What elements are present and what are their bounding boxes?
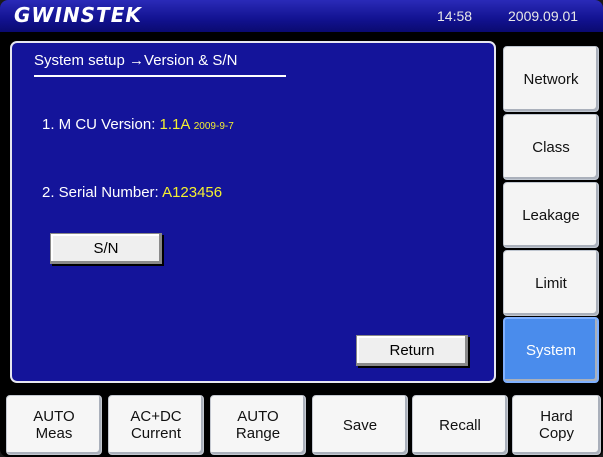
serial-number-label: 2. Serial Number: <box>42 184 159 201</box>
version-panel: System setup →Version & S/N 1. M CU Vers… <box>10 41 496 383</box>
serial-number-row: 2. Serial Number: A123456 <box>42 184 222 201</box>
auto-meas-button[interactable]: AUTO Meas <box>6 395 102 455</box>
clock: 14:58 <box>437 8 473 24</box>
save-button[interactable]: Save <box>312 395 408 455</box>
limit-button[interactable]: Limit <box>503 250 599 316</box>
title-underline <box>34 75 286 77</box>
recall-button[interactable]: Recall <box>412 395 508 455</box>
panel-title: System setup →Version & S/N <box>34 52 238 69</box>
date: 2009.09.01 <box>508 8 579 24</box>
class-button[interactable]: Class <box>503 114 599 180</box>
auto-range-button[interactable]: AUTO Range <box>210 395 306 455</box>
status-bar: GWINSTEK 14:58 2009.09.01 <box>0 0 603 32</box>
sn-button[interactable]: S/N <box>50 233 162 264</box>
system-button[interactable]: System <box>503 317 599 383</box>
hard-copy-button[interactable]: Hard Copy <box>512 395 601 455</box>
return-button[interactable]: Return <box>356 335 468 366</box>
mcu-version-label: 1. M CU Version: <box>42 116 156 133</box>
mcu-version-date: 2009-9-7 <box>193 121 234 132</box>
brand-logo: GWINSTEK <box>14 3 142 27</box>
ac-dc-current-button[interactable]: AC+DC Current <box>108 395 204 455</box>
network-button[interactable]: Network <box>503 46 599 112</box>
mcu-version-value: 1.1A <box>159 116 190 133</box>
instrument-screen: GWINSTEK 14:58 2009.09.01 System setup →… <box>0 0 603 457</box>
serial-number-value: A123456 <box>162 184 223 201</box>
leakage-button[interactable]: Leakage <box>503 182 599 248</box>
mcu-version-row: 1. M CU Version: 1.1A 2009-9-7 <box>42 116 234 133</box>
